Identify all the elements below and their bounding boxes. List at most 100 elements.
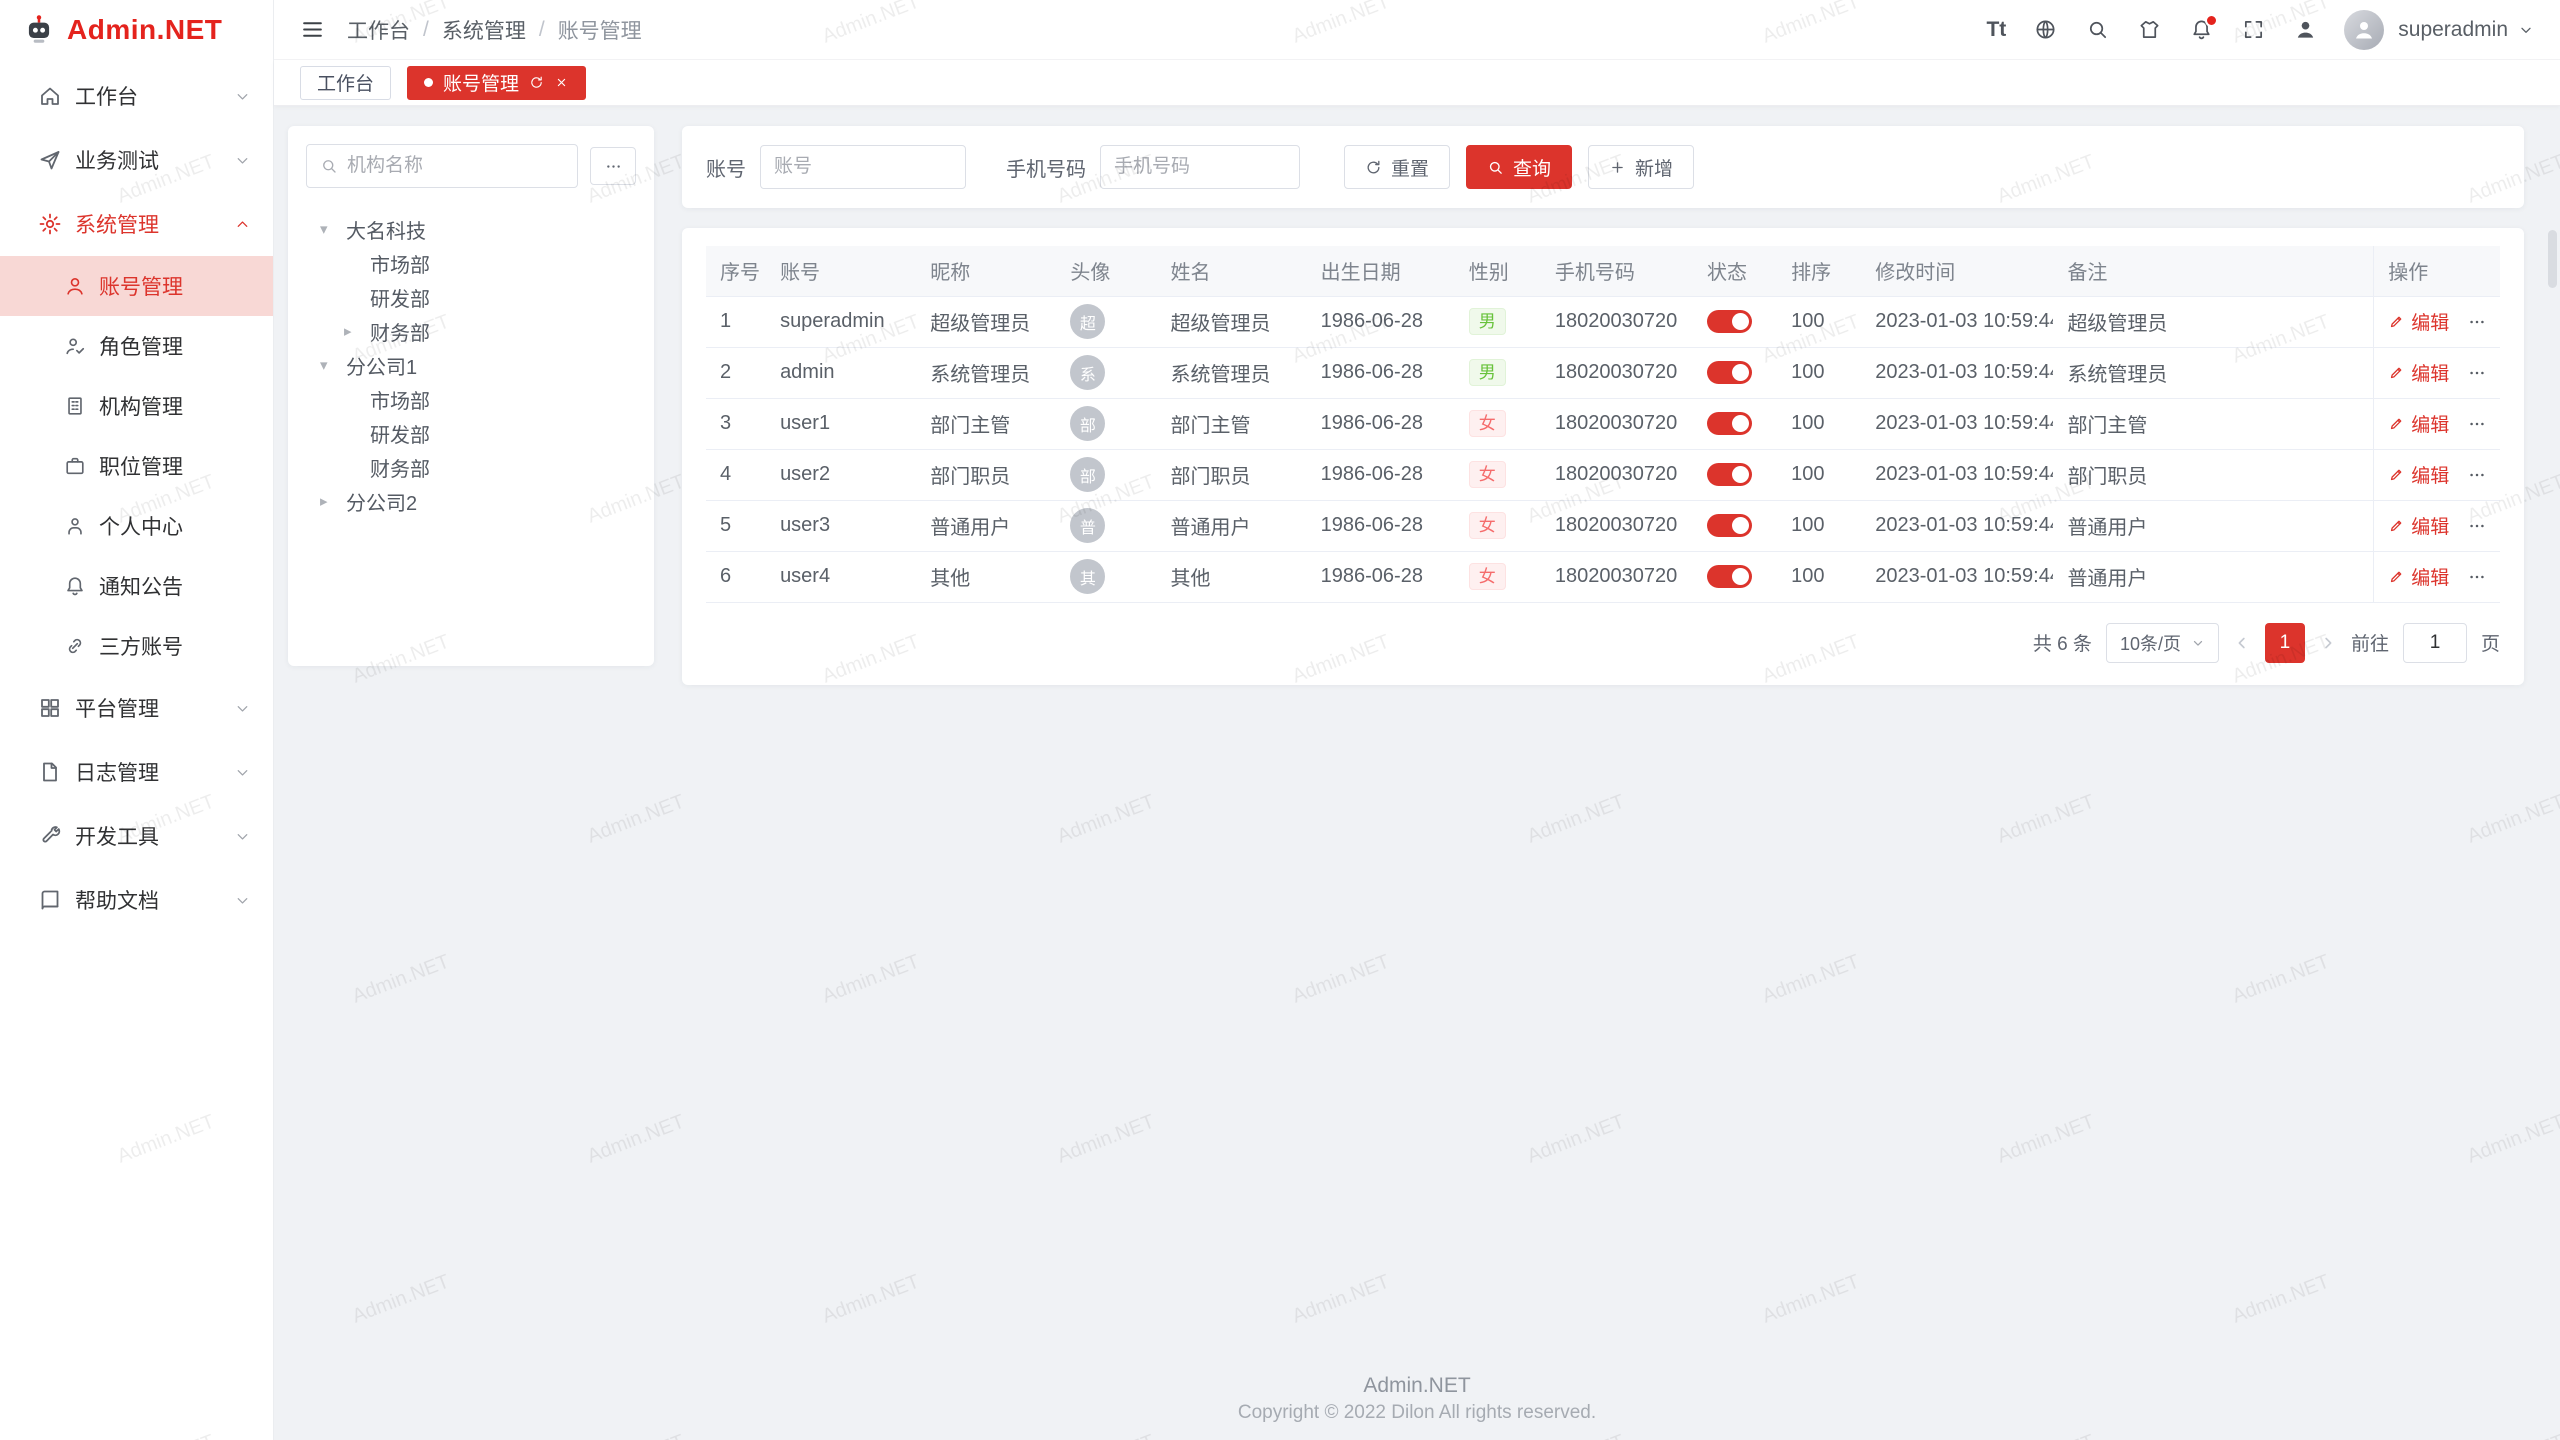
query-button[interactable]: 查询 xyxy=(1466,145,1572,189)
scrollbar-thumb[interactable] xyxy=(2548,230,2557,288)
page-number-current[interactable]: 1 xyxy=(2265,623,2305,663)
cell-modified: 2023-01-03 10:59:44 xyxy=(1861,500,2053,551)
cell-sort: 100 xyxy=(1777,347,1861,398)
tree-node[interactable]: ▸财务部 xyxy=(306,314,636,348)
cell-op: 编辑 xyxy=(2374,551,2500,602)
table-row: 1superadmin超级管理员超超级管理员1986-06-28男1802003… xyxy=(706,296,2500,347)
search-icon[interactable] xyxy=(2084,17,2110,43)
cell-seq: 5 xyxy=(706,500,766,551)
page-size-select[interactable]: 10条/页 xyxy=(2106,623,2219,663)
cell-name: 普通用户 xyxy=(1156,500,1306,551)
tree-node[interactable]: ▾大名科技 xyxy=(306,212,636,246)
sidebar-item-business-test[interactable]: 业务测试 xyxy=(0,128,273,192)
pagination: 共 6 条 10条/页 1 前往 xyxy=(706,623,2500,663)
footer: Admin.NET Copyright © 2022 Dilon All rig… xyxy=(274,1360,2560,1440)
fullscreen-icon[interactable] xyxy=(2240,17,2266,43)
status-toggle[interactable] xyxy=(1707,514,1752,537)
tree-node[interactable]: 财务部 xyxy=(306,450,636,484)
tree-node[interactable]: 研发部 xyxy=(306,416,636,450)
tree-caret-icon[interactable]: ▸ xyxy=(320,492,346,510)
tree-node[interactable]: ▸分公司2 xyxy=(306,484,636,518)
org-tree: ▾大名科技市场部研发部▸财务部▾分公司1市场部研发部财务部▸分公司2 xyxy=(306,212,636,518)
sidebar-subitem-account[interactable]: 账号管理 xyxy=(0,256,273,316)
prev-page-button[interactable] xyxy=(2233,634,2251,652)
tab-label: 工作台 xyxy=(317,69,374,96)
add-button[interactable]: 新增 xyxy=(1588,145,1694,189)
sidebar-subitem-notice[interactable]: 通知公告 xyxy=(0,556,273,616)
account-filter-input[interactable] xyxy=(774,156,952,178)
edit-button[interactable]: 编辑 xyxy=(2388,308,2449,335)
sidebar-item-system-management[interactable]: 系统管理 xyxy=(0,192,273,256)
user-menu-chevron-down-icon[interactable] xyxy=(2518,22,2534,38)
cell-account: admin xyxy=(766,347,916,398)
theme-icon[interactable] xyxy=(2136,17,2162,43)
sidebar-subitem-position[interactable]: 职位管理 xyxy=(0,436,273,496)
row-more-button[interactable] xyxy=(2467,516,2487,536)
user-avatar[interactable] xyxy=(2344,10,2384,50)
sidebar-subitem-role[interactable]: 角色管理 xyxy=(0,316,273,376)
row-more-button[interactable] xyxy=(2467,414,2487,434)
tree-node[interactable]: 市场部 xyxy=(306,382,636,416)
edit-button[interactable]: 编辑 xyxy=(2388,461,2449,488)
breadcrumb-item[interactable]: 工作台 xyxy=(347,15,410,45)
notification-icon[interactable] xyxy=(2188,17,2214,43)
sidebar-item-workbench[interactable]: 工作台 xyxy=(0,64,273,128)
edit-button[interactable]: 编辑 xyxy=(2388,410,2449,437)
sidebar-item-docs[interactable]: 帮助文档 xyxy=(0,868,273,932)
cell-modified: 2023-01-03 10:59:44 xyxy=(1861,551,2053,602)
cell-modified: 2023-01-03 10:59:44 xyxy=(1861,398,2053,449)
breadcrumb-separator: / xyxy=(423,18,429,42)
status-toggle[interactable] xyxy=(1707,310,1752,333)
user-icon[interactable] xyxy=(2292,17,2318,43)
sidebar-item-label: 日志管理 xyxy=(75,757,159,787)
font-size-icon[interactable]: Tt xyxy=(1986,17,2006,43)
tab-workbench[interactable]: 工作台 xyxy=(300,66,391,100)
phone-filter-input[interactable] xyxy=(1114,156,1286,178)
edit-button[interactable]: 编辑 xyxy=(2388,512,2449,539)
status-toggle[interactable] xyxy=(1707,412,1752,435)
status-toggle[interactable] xyxy=(1707,463,1752,486)
page-size-value: 10条/页 xyxy=(2120,630,2181,656)
org-more-button[interactable] xyxy=(590,147,636,185)
edit-button[interactable]: 编辑 xyxy=(2388,359,2449,386)
gender-tag: 男 xyxy=(1469,308,1506,335)
sidebar-item-devtools[interactable]: 开发工具 xyxy=(0,804,273,868)
edit-button-label: 编辑 xyxy=(2411,308,2449,335)
row-more-button[interactable] xyxy=(2467,567,2487,587)
sidebar-item-log[interactable]: 日志管理 xyxy=(0,740,273,804)
sidebar-subitem-org[interactable]: 机构管理 xyxy=(0,376,273,436)
status-toggle[interactable] xyxy=(1707,565,1752,588)
right-column: 账号 手机号码 重置 查询 xyxy=(682,126,2524,1360)
tree-caret-icon[interactable]: ▾ xyxy=(320,220,346,238)
reset-button[interactable]: 重置 xyxy=(1344,145,1450,189)
row-more-button[interactable] xyxy=(2467,312,2487,332)
tree-node[interactable]: ▾分公司1 xyxy=(306,348,636,382)
edit-button[interactable]: 编辑 xyxy=(2388,563,2449,590)
menu-toggle-icon[interactable] xyxy=(300,17,325,42)
tree-node[interactable]: 研发部 xyxy=(306,280,636,314)
cell-gender: 女 xyxy=(1455,551,1541,602)
gender-tag: 女 xyxy=(1469,563,1506,590)
tree-caret-icon[interactable]: ▸ xyxy=(344,322,370,340)
username-label[interactable]: superadmin xyxy=(2398,18,2508,42)
status-toggle[interactable] xyxy=(1707,361,1752,384)
sidebar-item-platform[interactable]: 平台管理 xyxy=(0,676,273,740)
table-row: 2admin系统管理员系系统管理员1986-06-28男180200307201… xyxy=(706,347,2500,398)
sidebar-subitem-third-account[interactable]: 三方账号 xyxy=(0,616,273,676)
close-icon[interactable] xyxy=(554,75,569,90)
next-page-button[interactable] xyxy=(2319,634,2337,652)
app-logo[interactable]: Admin.NET xyxy=(0,0,273,60)
tab-account[interactable]: 账号管理 xyxy=(407,66,586,100)
cell-status xyxy=(1693,551,1777,602)
org-search-input[interactable] xyxy=(347,155,564,177)
row-more-button[interactable] xyxy=(2467,363,2487,383)
cell-modified: 2023-01-03 10:59:44 xyxy=(1861,347,2053,398)
refresh-icon[interactable] xyxy=(529,75,544,90)
breadcrumb-item[interactable]: 系统管理 xyxy=(442,15,526,45)
tree-caret-icon[interactable]: ▾ xyxy=(320,356,346,374)
language-icon[interactable] xyxy=(2032,17,2058,43)
tree-node[interactable]: 市场部 xyxy=(306,246,636,280)
goto-page-input[interactable] xyxy=(2403,623,2467,663)
row-more-button[interactable] xyxy=(2467,465,2487,485)
sidebar-subitem-profile[interactable]: 个人中心 xyxy=(0,496,273,556)
